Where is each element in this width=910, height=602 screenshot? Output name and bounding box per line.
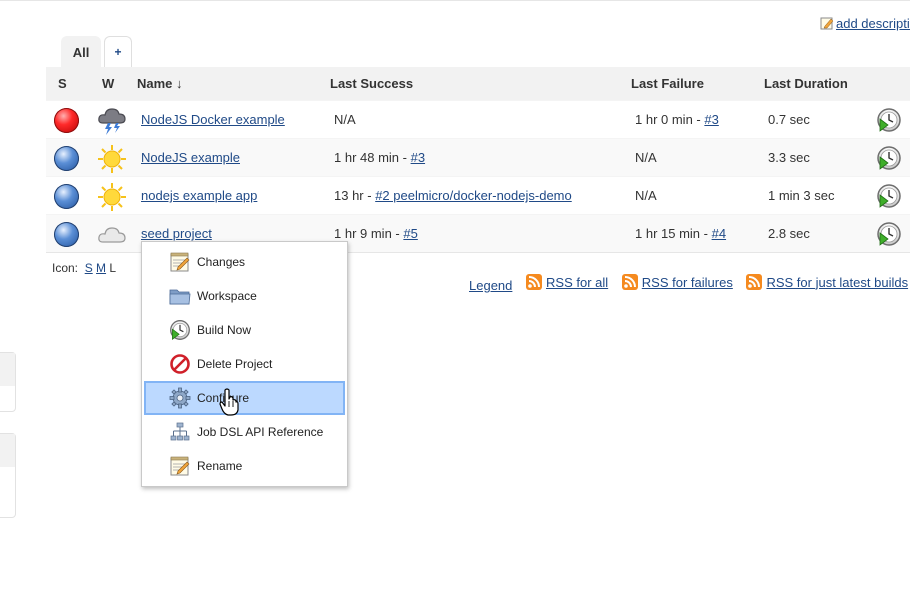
icon-size-large: L <box>109 261 117 275</box>
last-failure-cell: 1 hr 0 min - #3 <box>635 112 719 127</box>
rss-latest-link[interactable]: RSS for just latest builds <box>746 274 908 290</box>
last-duration-cell: 1 min 3 sec <box>768 188 835 203</box>
notepad-icon <box>169 455 191 477</box>
last-success-cell: N/A <box>334 112 356 127</box>
thunderstorm-icon <box>96 105 128 137</box>
rss-all-link[interactable]: RSS for all <box>526 274 608 290</box>
last-failure-time: 1 hr 15 min - <box>635 226 712 241</box>
hand-cursor-icon <box>219 388 239 416</box>
tab-all[interactable]: All <box>61 36 101 68</box>
rss-icon <box>621 274 638 290</box>
folder-icon <box>169 285 191 307</box>
job-link[interactable]: nodejs example app <box>141 188 257 203</box>
rss-latest-label[interactable]: RSS for just latest builds <box>766 275 908 290</box>
column-last-failure[interactable]: Last Failure <box>631 76 704 91</box>
last-success-time: 13 hr - <box>334 188 376 203</box>
job-context-menu: Changes Workspace Build Now Delete Proje… <box>141 241 348 487</box>
edit-icon <box>820 16 834 30</box>
schedule-build-icon[interactable] <box>876 183 902 209</box>
table-row: NodeJS example 1 hr 48 min - #3 N/A 3.3 … <box>46 138 910 176</box>
column-name[interactable]: Name ↓ <box>137 76 183 91</box>
jobs-table: S W Name ↓ Last Success Last Failure Las… <box>46 67 910 253</box>
build-link[interactable]: #5 <box>403 226 417 241</box>
rss-failures-link[interactable]: RSS for failures <box>621 274 733 290</box>
footer-links: Legend RSS for all RSS for failures RSS … <box>469 274 908 293</box>
build-link[interactable]: #2 peelmicro/docker-nodejs-demo <box>375 188 572 203</box>
build-link[interactable]: #4 <box>712 226 726 241</box>
notepad-icon <box>169 251 191 273</box>
job-link[interactable]: NodeJS Docker example <box>141 112 285 127</box>
menu-item-label: Delete Project <box>197 357 273 371</box>
no-entry-icon <box>169 353 191 375</box>
add-description-label[interactable]: add description <box>836 16 910 31</box>
hierarchy-icon <box>169 421 191 443</box>
schedule-build-icon[interactable] <box>876 107 902 133</box>
side-panel-stub <box>0 352 16 412</box>
top-divider <box>0 0 910 1</box>
cloudy-icon <box>96 219 128 251</box>
table-row: NodeJS Docker example N/A 1 hr 0 min - #… <box>46 100 910 138</box>
sunny-icon <box>96 181 128 213</box>
job-link[interactable]: NodeJS example <box>141 150 240 165</box>
gear-icon <box>169 387 191 409</box>
rss-icon <box>746 274 763 290</box>
rss-failures-label[interactable]: RSS for failures <box>642 275 733 290</box>
schedule-build-icon[interactable] <box>876 145 902 171</box>
add-description-link[interactable]: add description <box>820 16 910 31</box>
icon-size-medium[interactable]: M <box>96 261 106 275</box>
sort-arrow-icon: ↓ <box>176 76 183 91</box>
last-success-cell: 1 hr 9 min - #5 <box>334 226 418 241</box>
last-failure-time: 1 hr 0 min - <box>635 112 705 127</box>
tab-new-view[interactable]: + <box>104 36 132 67</box>
table-row: nodejs example app 13 hr - #2 peelmicro/… <box>46 176 910 214</box>
last-duration-cell: 0.7 sec <box>768 112 810 127</box>
column-last-duration[interactable]: Last Duration <box>764 76 848 91</box>
status-success-icon <box>54 146 79 171</box>
last-failure-cell: 1 hr 15 min - #4 <box>635 226 726 241</box>
menu-item-configure[interactable]: Configure <box>144 381 345 415</box>
status-success-icon <box>54 222 79 247</box>
clock-play-icon <box>169 319 191 341</box>
menu-item-job-dsl-api-reference[interactable]: Job DSL API Reference <box>144 415 345 449</box>
menu-item-label: Changes <box>197 255 246 269</box>
icon-size-small[interactable]: S <box>85 261 93 275</box>
schedule-build-icon[interactable] <box>876 221 902 247</box>
table-header: S W Name ↓ Last Success Last Failure Las… <box>46 67 910 100</box>
last-duration-cell: 2.8 sec <box>768 226 810 241</box>
menu-item-changes[interactable]: Changes <box>144 245 345 279</box>
rss-icon <box>526 274 543 290</box>
status-success-icon <box>54 184 79 209</box>
last-failure-cell: N/A <box>635 188 657 203</box>
legend-link[interactable]: Legend <box>469 278 512 293</box>
menu-item-rename[interactable]: Rename <box>144 449 345 483</box>
build-link[interactable]: #3 <box>411 150 425 165</box>
last-success-cell: 1 hr 48 min - #3 <box>334 150 425 165</box>
status-failed-icon <box>54 108 79 133</box>
menu-item-workspace[interactable]: Workspace <box>144 279 345 313</box>
menu-item-delete-project[interactable]: Delete Project <box>144 347 345 381</box>
column-status[interactable]: S <box>58 76 67 91</box>
last-success-time: 1 hr 48 min - <box>334 150 411 165</box>
side-panel-stub <box>0 433 16 518</box>
last-failure-cell: N/A <box>635 150 657 165</box>
menu-item-label: Rename <box>197 459 243 473</box>
column-weather[interactable]: W <box>102 76 114 91</box>
last-success-time: 1 hr 9 min - <box>334 226 404 241</box>
last-duration-cell: 3.3 sec <box>768 150 810 165</box>
column-name-label: Name <box>137 76 173 91</box>
menu-item-label: Job DSL API Reference <box>197 425 324 439</box>
icon-size-label: Icon: <box>52 261 79 275</box>
job-link[interactable]: seed project <box>141 226 212 241</box>
menu-item-build-now[interactable]: Build Now <box>144 313 345 347</box>
column-last-success[interactable]: Last Success <box>330 76 413 91</box>
menu-item-label: Workspace <box>197 289 257 303</box>
rss-all-label[interactable]: RSS for all <box>546 275 608 290</box>
build-link[interactable]: #3 <box>704 112 718 127</box>
menu-item-label: Build Now <box>197 323 252 337</box>
icon-size-selector: Icon: S M L <box>52 261 116 275</box>
last-success-cell: 13 hr - #2 peelmicro/docker-nodejs-demo <box>334 188 572 203</box>
sunny-icon <box>96 143 128 175</box>
